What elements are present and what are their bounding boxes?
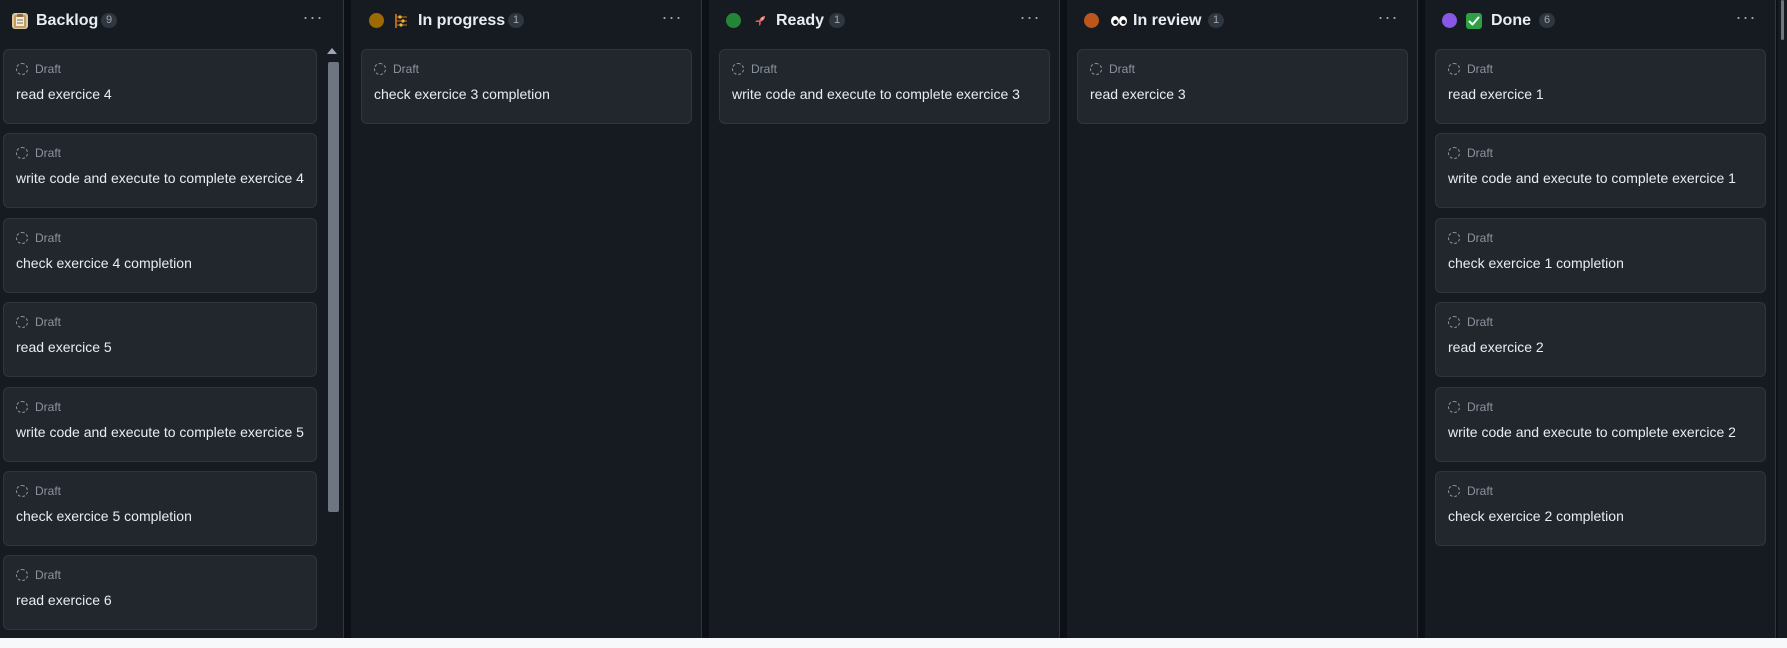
- project-card[interactable]: Draft check exercice 4 completion: [3, 218, 317, 293]
- draft-label: Draft: [35, 62, 62, 76]
- column-count-badge: 1: [508, 13, 524, 28]
- draft-label: Draft: [1467, 231, 1494, 245]
- column-menu-button[interactable]: ···: [1734, 8, 1758, 30]
- project-card[interactable]: Draft read exercice 1: [1435, 49, 1766, 124]
- card-title[interactable]: read exercice 6: [16, 592, 112, 608]
- column-menu-button[interactable]: ···: [301, 8, 325, 30]
- column-title: Backlog: [36, 12, 99, 29]
- draft-status-icon: [16, 232, 28, 244]
- draft-label: Draft: [35, 315, 62, 329]
- card-title[interactable]: read exercice 1: [1448, 86, 1544, 102]
- status-color-dot: [1442, 13, 1457, 28]
- column-menu-button[interactable]: ···: [660, 8, 684, 30]
- column-header: Backlog 9 ···: [0, 0, 343, 44]
- card-title[interactable]: write code and execute to complete exerc…: [1448, 170, 1736, 186]
- column-count-badge: 1: [829, 13, 845, 28]
- draft-status-icon: [16, 63, 28, 75]
- project-card[interactable]: Draft write code and execute to complete …: [1435, 387, 1766, 462]
- status-color-dot: [1084, 13, 1099, 28]
- project-card[interactable]: Draft read exercice 3: [1077, 49, 1408, 124]
- draft-status-icon: [1448, 63, 1460, 75]
- project-card[interactable]: Draft read exercice 5: [3, 302, 317, 377]
- card-title[interactable]: check exercice 3 completion: [374, 86, 550, 102]
- column-title: In review: [1133, 12, 1202, 29]
- clipboard-icon: [12, 13, 28, 29]
- project-card[interactable]: Draft read exercice 2: [1435, 302, 1766, 377]
- draft-status-icon: [374, 63, 386, 75]
- draft-status-icon: [1448, 401, 1460, 413]
- project-card[interactable]: Draft write code and execute to complete …: [3, 387, 317, 462]
- draft-status-icon: [1448, 316, 1460, 328]
- draft-status-icon: [16, 401, 28, 413]
- column-header: In review 1 ···: [1067, 0, 1417, 44]
- draft-label: Draft: [1467, 62, 1494, 76]
- abacus-icon: [393, 13, 409, 29]
- draft-label: Draft: [1467, 400, 1494, 414]
- project-card[interactable]: Draft write code and execute to complete …: [1435, 133, 1766, 208]
- card-title[interactable]: check exercice 4 completion: [16, 255, 192, 271]
- column-count-badge: 9: [101, 13, 117, 28]
- draft-label: Draft: [35, 400, 62, 414]
- status-color-dot: [369, 13, 384, 28]
- draft-label: Draft: [35, 146, 62, 160]
- draft-status-icon: [1090, 63, 1102, 75]
- card-title[interactable]: write code and execute to complete exerc…: [16, 170, 304, 186]
- project-card[interactable]: Draft check exercice 5 completion: [3, 471, 317, 546]
- draft-label: Draft: [35, 568, 62, 582]
- draft-status-icon: [16, 316, 28, 328]
- column-menu-button[interactable]: ···: [1376, 8, 1400, 30]
- column-menu-button[interactable]: ···: [1018, 8, 1042, 30]
- eyes-icon: [1110, 13, 1127, 29]
- project-card[interactable]: Draft write code and execute to complete …: [719, 49, 1050, 124]
- card-title[interactable]: check exercice 5 completion: [16, 508, 192, 524]
- status-color-dot: [726, 13, 741, 28]
- check-mark-icon: [1466, 13, 1482, 29]
- draft-label: Draft: [1109, 62, 1136, 76]
- column-title: In progress: [418, 12, 506, 29]
- draft-status-icon: [1448, 232, 1460, 244]
- project-card[interactable]: Draft read exercice 6: [3, 555, 317, 630]
- column-title: Done: [1491, 12, 1531, 29]
- project-card[interactable]: Draft write code and execute to complete …: [3, 133, 317, 208]
- draft-label: Draft: [35, 231, 62, 245]
- draft-status-icon: [732, 63, 744, 75]
- backlog-scrollbar-thumb[interactable]: [328, 62, 339, 512]
- board-horizontal-scroll-area: [1778, 0, 1787, 638]
- draft-label: Draft: [393, 62, 420, 76]
- card-title[interactable]: write code and execute to complete exerc…: [1448, 424, 1736, 440]
- draft-status-icon: [1448, 485, 1460, 497]
- project-card[interactable]: Draft check exercice 3 completion: [361, 49, 692, 124]
- project-board: Backlog 9 ··· In progress 1 ··· Ready 1 …: [0, 0, 1787, 648]
- card-title[interactable]: read exercice 5: [16, 339, 112, 355]
- draft-label: Draft: [1467, 315, 1494, 329]
- rocket-icon: [752, 13, 768, 29]
- card-title[interactable]: read exercice 3: [1090, 86, 1186, 102]
- card-title[interactable]: read exercice 4: [16, 86, 112, 102]
- draft-label: Draft: [751, 62, 778, 76]
- draft-label: Draft: [1467, 484, 1494, 498]
- draft-status-icon: [16, 485, 28, 497]
- project-card[interactable]: Draft read exercice 4: [3, 49, 317, 124]
- draft-status-icon: [16, 147, 28, 159]
- card-title[interactable]: check exercice 2 completion: [1448, 508, 1624, 524]
- project-card[interactable]: Draft check exercice 1 completion: [1435, 218, 1766, 293]
- draft-status-icon: [1448, 147, 1460, 159]
- column-header: Ready 1 ···: [709, 0, 1059, 44]
- draft-label: Draft: [1467, 146, 1494, 160]
- column-count-badge: 1: [1208, 13, 1224, 28]
- draft-status-icon: [16, 569, 28, 581]
- draft-label: Draft: [35, 484, 62, 498]
- board-scrollbar-thumb[interactable]: [1781, 0, 1784, 40]
- column-header: In progress 1 ···: [351, 0, 701, 44]
- project-card[interactable]: Draft check exercice 2 completion: [1435, 471, 1766, 546]
- window-bottom-edge: [0, 638, 1787, 648]
- scroll-up-arrow-icon[interactable]: [327, 48, 337, 54]
- column-title: Ready: [776, 12, 825, 29]
- column-header: Done 6 ···: [1425, 0, 1775, 44]
- column-count-badge: 6: [1539, 13, 1555, 28]
- card-title[interactable]: write code and execute to complete exerc…: [16, 424, 304, 440]
- card-title[interactable]: check exercice 1 completion: [1448, 255, 1624, 271]
- card-title[interactable]: read exercice 2: [1448, 339, 1544, 355]
- card-title[interactable]: write code and execute to complete exerc…: [732, 86, 1020, 102]
